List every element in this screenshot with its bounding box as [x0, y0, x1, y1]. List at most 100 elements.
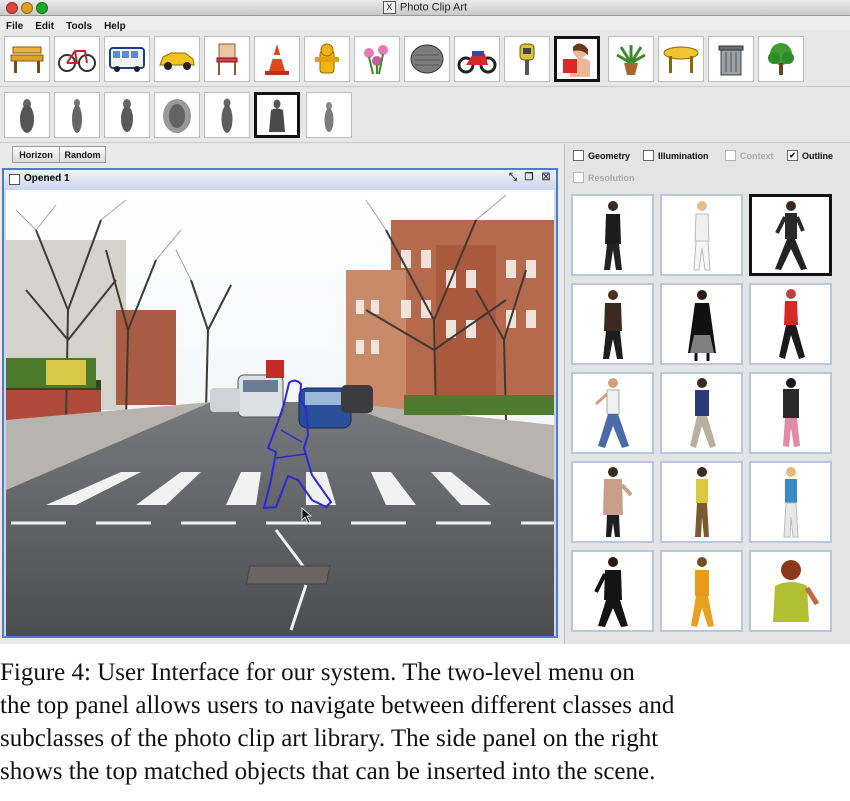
bicycle-icon — [58, 50, 96, 72]
subclass-button[interactable] — [54, 92, 100, 138]
app-window: X Photo Clip Art File Edit Tools Help Ho… — [0, 0, 850, 644]
table-icon — [663, 46, 699, 73]
geometry-option[interactable]: Geometry — [573, 150, 630, 161]
result-thumb[interactable] — [660, 283, 743, 365]
scene-canvas[interactable] — [6, 190, 554, 636]
person-walking-icon — [603, 201, 622, 270]
person-walking-icon — [694, 467, 709, 537]
subclass-button[interactable] — [306, 92, 352, 138]
resolution-checkbox — [573, 172, 584, 183]
frame-menu-icon[interactable] — [9, 174, 20, 185]
person-silhouette-icon — [269, 99, 285, 132]
figure-caption: Figure 4: User Interface for our system.… — [0, 656, 850, 796]
result-thumb[interactable] — [749, 283, 832, 365]
result-thumb[interactable] — [660, 550, 743, 632]
window-title: X Photo Clip Art — [0, 1, 850, 14]
result-thumb[interactable] — [571, 461, 654, 543]
result-thumb[interactable] — [660, 372, 743, 454]
result-thumb[interactable] — [749, 372, 832, 454]
result-thumb[interactable] — [660, 194, 743, 276]
category-toolbar — [0, 31, 850, 87]
category-table-button[interactable] — [658, 36, 704, 82]
category-car-button[interactable] — [154, 36, 200, 82]
result-thumb[interactable] — [749, 550, 832, 632]
resolution-option: Resolution — [573, 172, 635, 183]
random-button[interactable]: Random — [59, 146, 106, 163]
menu-bar: File Edit Tools Help — [0, 16, 850, 32]
subclass-button[interactable] — [4, 92, 50, 138]
category-trash-can-button[interactable] — [708, 36, 754, 82]
subclass-button[interactable] — [204, 92, 250, 138]
category-traffic-cone-button[interactable] — [254, 36, 300, 82]
person-silhouette-icon — [324, 102, 334, 132]
scene-frame-title: Opened 1 — [24, 173, 70, 184]
category-bicycle-button[interactable] — [54, 36, 100, 82]
scene-frame-titlebar: Opened 1 ⤡ ❐ ☒ — [4, 170, 556, 188]
person-walking-icon — [690, 557, 714, 627]
illumination-option[interactable]: Illumination — [643, 150, 709, 161]
chair-icon — [216, 43, 238, 75]
category-bus-button[interactable] — [104, 36, 150, 82]
person-silhouette-icon — [72, 99, 82, 133]
minimize-frame-icon[interactable]: ⤡ — [507, 172, 519, 184]
category-person-button[interactable] — [554, 36, 600, 82]
person-walking-icon — [782, 467, 799, 538]
category-fire-hydrant-button[interactable] — [304, 36, 350, 82]
caption-line: the top panel allows users to navigate b… — [0, 692, 675, 719]
manhole-icon — [410, 44, 444, 74]
bench-icon — [10, 46, 44, 73]
context-label: Context — [740, 150, 774, 161]
person-silhouette-icon — [20, 99, 34, 133]
person-walking-icon — [602, 290, 623, 359]
category-chair-button[interactable] — [204, 36, 250, 82]
potted-plant-icon — [616, 45, 646, 75]
close-frame-icon[interactable]: ☒ — [540, 172, 552, 184]
outline-option[interactable]: ✔ Outline — [787, 150, 833, 161]
category-bench-button[interactable] — [4, 36, 50, 82]
person-walking-icon — [687, 290, 716, 361]
category-motorcycle-button[interactable] — [454, 36, 500, 82]
context-checkbox — [725, 150, 736, 161]
result-thumb-selected[interactable] — [749, 194, 832, 276]
person-walking-icon — [689, 378, 716, 448]
motorcycle-icon — [457, 51, 497, 74]
category-flowers-button[interactable] — [354, 36, 400, 82]
person-icon — [563, 43, 590, 77]
outline-label: Outline — [802, 150, 833, 161]
geometry-checkbox[interactable] — [573, 150, 584, 161]
x11-icon: X — [382, 1, 396, 14]
result-thumb[interactable] — [571, 372, 654, 454]
result-thumb[interactable] — [571, 550, 654, 632]
car-icon — [159, 52, 195, 70]
subclass-button-selected[interactable] — [254, 92, 300, 138]
person-silhouette-icon — [163, 99, 191, 133]
subclass-button[interactable] — [154, 92, 200, 138]
result-thumb[interactable] — [660, 461, 743, 543]
geometry-label: Geometry — [588, 150, 631, 161]
result-thumb[interactable] — [749, 461, 832, 543]
person-silhouette-icon — [221, 98, 233, 133]
resolution-label: Resolution — [588, 172, 635, 183]
fire-hydrant-icon — [315, 43, 339, 74]
context-option: Context — [725, 150, 774, 161]
parking-meter-icon — [519, 43, 535, 75]
traffic-cone-icon — [265, 44, 289, 75]
category-tree-button[interactable] — [758, 36, 804, 82]
window-title-text: Photo Clip Art — [399, 1, 468, 14]
category-potted-plant-button[interactable] — [608, 36, 654, 82]
subclass-button[interactable] — [104, 92, 150, 138]
category-manhole-button[interactable] — [404, 36, 450, 82]
illumination-checkbox[interactable] — [643, 150, 654, 161]
trash-can-icon — [718, 45, 744, 76]
restore-frame-icon[interactable]: ❐ — [523, 172, 535, 184]
result-thumb[interactable] — [571, 194, 654, 276]
street-scene-image — [6, 190, 554, 636]
horizon-button[interactable]: Horizon — [12, 146, 60, 163]
result-thumb[interactable] — [571, 283, 654, 365]
person-walking-icon — [593, 557, 628, 627]
category-parking-meter-button[interactable] — [504, 36, 550, 82]
person-walking-icon — [602, 467, 632, 537]
subclass-toolbar — [0, 87, 850, 143]
outline-checkbox[interactable]: ✔ — [787, 150, 798, 161]
person-silhouette-icon — [121, 99, 133, 132]
